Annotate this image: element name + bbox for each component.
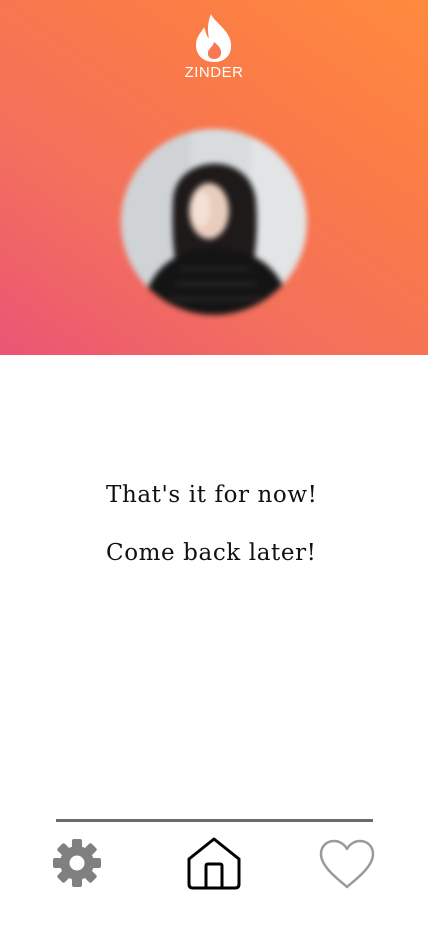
heart-icon (319, 839, 375, 889)
header-banner: ZINDER (0, 0, 428, 355)
empty-state-message: That's it for now! Come back later! (106, 478, 406, 594)
home-icon (187, 837, 241, 890)
empty-state-title: That's it for now! (106, 482, 318, 508)
settings-nav-button[interactable] (52, 838, 102, 888)
flame-icon (196, 14, 232, 62)
likes-nav-button[interactable] (318, 838, 376, 890)
gear-icon (53, 839, 101, 887)
profile-photo[interactable] (121, 129, 307, 315)
app-logo: ZINDER (0, 12, 428, 81)
nav-divider (56, 819, 373, 822)
brand-name: ZINDER (184, 64, 244, 81)
home-nav-button[interactable] (186, 836, 242, 892)
empty-state-subtitle: Come back later! (106, 540, 317, 566)
